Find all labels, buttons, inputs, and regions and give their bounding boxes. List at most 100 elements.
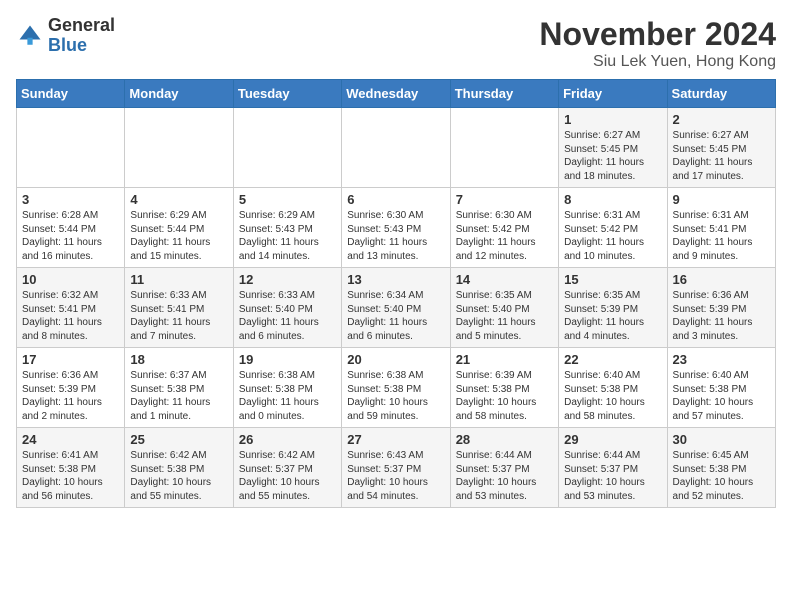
calendar-cell: 30Sunrise: 6:45 AMSunset: 5:38 PMDayligh… xyxy=(667,428,775,508)
day-number: 17 xyxy=(22,352,119,367)
calendar-week-5: 24Sunrise: 6:41 AMSunset: 5:38 PMDayligh… xyxy=(17,428,776,508)
calendar-cell: 20Sunrise: 6:38 AMSunset: 5:38 PMDayligh… xyxy=(342,348,450,428)
day-info: Daylight: 11 hours and 3 minutes. xyxy=(673,316,770,343)
day-info: Sunset: 5:40 PM xyxy=(456,303,553,317)
calendar-cell: 19Sunrise: 6:38 AMSunset: 5:38 PMDayligh… xyxy=(233,348,341,428)
calendar-cell xyxy=(342,108,450,188)
day-number: 20 xyxy=(347,352,444,367)
column-header-friday: Friday xyxy=(559,80,667,108)
day-number: 23 xyxy=(673,352,770,367)
day-info: Sunrise: 6:28 AM xyxy=(22,209,119,223)
day-info: Sunset: 5:43 PM xyxy=(239,223,336,237)
day-info: Daylight: 11 hours and 13 minutes. xyxy=(347,236,444,263)
day-info: Sunset: 5:38 PM xyxy=(22,463,119,477)
day-info: Sunset: 5:37 PM xyxy=(347,463,444,477)
calendar-cell: 22Sunrise: 6:40 AMSunset: 5:38 PMDayligh… xyxy=(559,348,667,428)
column-header-sunday: Sunday xyxy=(17,80,125,108)
day-info: Sunset: 5:37 PM xyxy=(239,463,336,477)
day-info: Daylight: 10 hours and 52 minutes. xyxy=(673,476,770,503)
calendar-cell: 1Sunrise: 6:27 AMSunset: 5:45 PMDaylight… xyxy=(559,108,667,188)
calendar-table: SundayMondayTuesdayWednesdayThursdayFrid… xyxy=(16,79,776,508)
calendar-header-row: SundayMondayTuesdayWednesdayThursdayFrid… xyxy=(17,80,776,108)
calendar-cell: 25Sunrise: 6:42 AMSunset: 5:38 PMDayligh… xyxy=(125,428,233,508)
day-info: Sunset: 5:38 PM xyxy=(130,463,227,477)
day-info: Sunrise: 6:30 AM xyxy=(347,209,444,223)
day-info: Sunrise: 6:39 AM xyxy=(456,369,553,383)
day-info: Sunrise: 6:42 AM xyxy=(239,449,336,463)
calendar-cell: 14Sunrise: 6:35 AMSunset: 5:40 PMDayligh… xyxy=(450,268,558,348)
logo-icon xyxy=(16,22,44,50)
calendar-title: November 2024 xyxy=(539,16,776,53)
day-info: Sunrise: 6:34 AM xyxy=(347,289,444,303)
logo-text: General Blue xyxy=(48,16,115,56)
calendar-cell: 23Sunrise: 6:40 AMSunset: 5:38 PMDayligh… xyxy=(667,348,775,428)
calendar-cell: 26Sunrise: 6:42 AMSunset: 5:37 PMDayligh… xyxy=(233,428,341,508)
day-info: Sunrise: 6:36 AM xyxy=(673,289,770,303)
calendar-cell: 5Sunrise: 6:29 AMSunset: 5:43 PMDaylight… xyxy=(233,188,341,268)
calendar-cell: 29Sunrise: 6:44 AMSunset: 5:37 PMDayligh… xyxy=(559,428,667,508)
day-info: Sunset: 5:38 PM xyxy=(564,383,661,397)
column-header-monday: Monday xyxy=(125,80,233,108)
logo: General Blue xyxy=(16,16,115,56)
calendar-cell xyxy=(233,108,341,188)
calendar-week-4: 17Sunrise: 6:36 AMSunset: 5:39 PMDayligh… xyxy=(17,348,776,428)
day-number: 15 xyxy=(564,272,661,287)
day-info: Sunset: 5:37 PM xyxy=(564,463,661,477)
day-info: Sunrise: 6:37 AM xyxy=(130,369,227,383)
calendar-cell: 15Sunrise: 6:35 AMSunset: 5:39 PMDayligh… xyxy=(559,268,667,348)
day-number: 26 xyxy=(239,432,336,447)
day-info: Daylight: 10 hours and 57 minutes. xyxy=(673,396,770,423)
calendar-cell: 7Sunrise: 6:30 AMSunset: 5:42 PMDaylight… xyxy=(450,188,558,268)
day-info: Daylight: 11 hours and 6 minutes. xyxy=(347,316,444,343)
day-info: Sunrise: 6:33 AM xyxy=(130,289,227,303)
calendar-cell: 17Sunrise: 6:36 AMSunset: 5:39 PMDayligh… xyxy=(17,348,125,428)
column-header-tuesday: Tuesday xyxy=(233,80,341,108)
calendar-cell xyxy=(17,108,125,188)
day-info: Daylight: 10 hours and 53 minutes. xyxy=(564,476,661,503)
day-info: Daylight: 10 hours and 56 minutes. xyxy=(22,476,119,503)
day-number: 21 xyxy=(456,352,553,367)
column-header-saturday: Saturday xyxy=(667,80,775,108)
day-info: Daylight: 11 hours and 6 minutes. xyxy=(239,316,336,343)
day-info: Sunrise: 6:31 AM xyxy=(673,209,770,223)
day-info: Daylight: 11 hours and 18 minutes. xyxy=(564,156,661,183)
calendar-body: 1Sunrise: 6:27 AMSunset: 5:45 PMDaylight… xyxy=(17,108,776,508)
day-info: Daylight: 11 hours and 15 minutes. xyxy=(130,236,227,263)
day-number: 3 xyxy=(22,192,119,207)
day-info: Sunset: 5:38 PM xyxy=(673,383,770,397)
day-number: 2 xyxy=(673,112,770,127)
calendar-cell: 8Sunrise: 6:31 AMSunset: 5:42 PMDaylight… xyxy=(559,188,667,268)
day-number: 22 xyxy=(564,352,661,367)
day-info: Sunset: 5:39 PM xyxy=(22,383,119,397)
day-info: Sunset: 5:40 PM xyxy=(239,303,336,317)
day-number: 16 xyxy=(673,272,770,287)
day-info: Sunrise: 6:29 AM xyxy=(130,209,227,223)
day-info: Sunrise: 6:41 AM xyxy=(22,449,119,463)
day-info: Sunset: 5:38 PM xyxy=(347,383,444,397)
calendar-cell: 24Sunrise: 6:41 AMSunset: 5:38 PMDayligh… xyxy=(17,428,125,508)
calendar-cell: 10Sunrise: 6:32 AMSunset: 5:41 PMDayligh… xyxy=(17,268,125,348)
day-info: Sunrise: 6:42 AM xyxy=(130,449,227,463)
day-info: Sunrise: 6:35 AM xyxy=(564,289,661,303)
day-info: Sunset: 5:42 PM xyxy=(564,223,661,237)
day-info: Sunrise: 6:32 AM xyxy=(22,289,119,303)
day-info: Daylight: 11 hours and 10 minutes. xyxy=(564,236,661,263)
calendar-cell xyxy=(125,108,233,188)
day-number: 6 xyxy=(347,192,444,207)
day-info: Daylight: 11 hours and 12 minutes. xyxy=(456,236,553,263)
day-info: Daylight: 11 hours and 14 minutes. xyxy=(239,236,336,263)
day-number: 30 xyxy=(673,432,770,447)
day-info: Daylight: 11 hours and 4 minutes. xyxy=(564,316,661,343)
calendar-cell: 18Sunrise: 6:37 AMSunset: 5:38 PMDayligh… xyxy=(125,348,233,428)
page-header: General Blue November 2024 Siu Lek Yuen,… xyxy=(16,16,776,71)
calendar-week-1: 1Sunrise: 6:27 AMSunset: 5:45 PMDaylight… xyxy=(17,108,776,188)
day-info: Sunset: 5:44 PM xyxy=(130,223,227,237)
day-info: Sunset: 5:38 PM xyxy=(130,383,227,397)
calendar-week-3: 10Sunrise: 6:32 AMSunset: 5:41 PMDayligh… xyxy=(17,268,776,348)
calendar-week-2: 3Sunrise: 6:28 AMSunset: 5:44 PMDaylight… xyxy=(17,188,776,268)
day-info: Daylight: 11 hours and 2 minutes. xyxy=(22,396,119,423)
day-info: Sunrise: 6:33 AM xyxy=(239,289,336,303)
day-info: Sunrise: 6:27 AM xyxy=(673,129,770,143)
calendar-cell: 16Sunrise: 6:36 AMSunset: 5:39 PMDayligh… xyxy=(667,268,775,348)
day-info: Sunrise: 6:29 AM xyxy=(239,209,336,223)
